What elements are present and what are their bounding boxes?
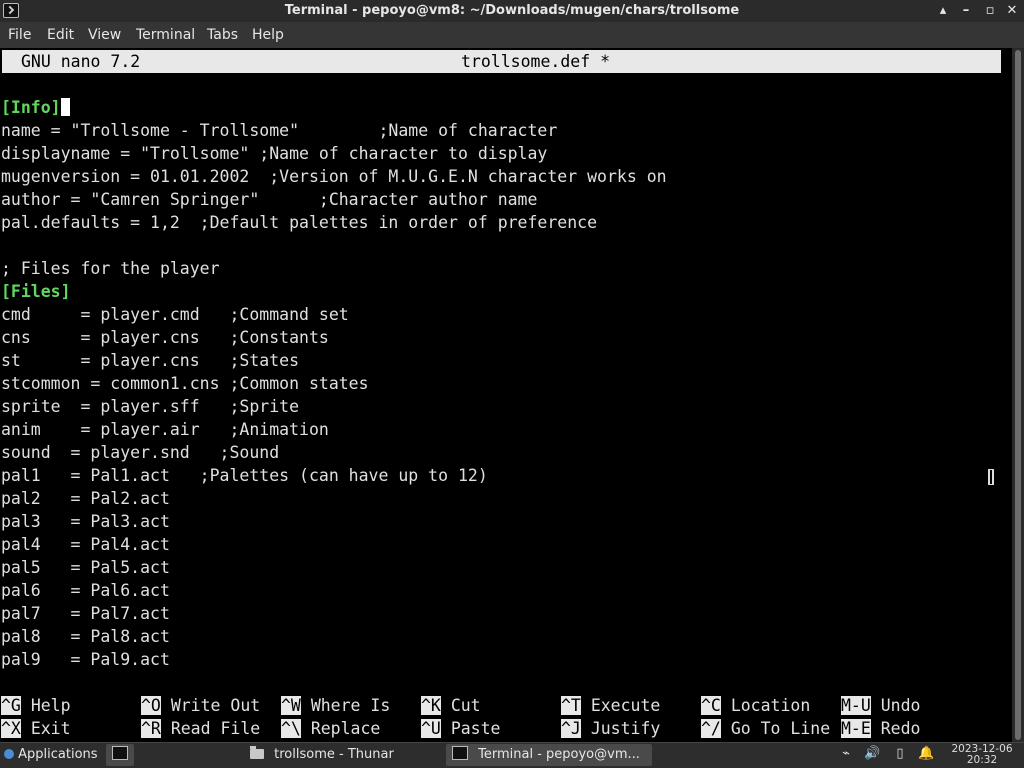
editor-line: pal1 = Pal1.act ;Palettes (can have up t…	[1, 466, 488, 485]
menu-terminal[interactable]: Terminal	[136, 27, 195, 43]
minimize-button[interactable]: ▴	[934, 2, 952, 20]
editor-line: name = "Trollsome - Trollsome" ;Name of …	[1, 121, 558, 140]
shortcut-location[interactable]: ^C Location	[701, 694, 810, 717]
nano-header: GNU nano 7.2 trollsome.def *	[2, 50, 1001, 73]
nano-version: GNU nano 7.2	[21, 52, 141, 71]
editor-line: displayname = "Trollsome" ;Name of chara…	[1, 144, 548, 163]
volume-icon[interactable]: 🔊	[864, 746, 880, 764]
editor-line: pal5 = Pal5.act	[1, 558, 170, 577]
terminal-icon	[112, 746, 128, 760]
shortcut-where-is[interactable]: ^W Where Is	[281, 694, 390, 717]
notification-bell-icon[interactable]: 🔔	[918, 746, 934, 764]
editor-line: sprite = player.sff ;Sprite	[1, 397, 300, 416]
applications-menu[interactable]: Applications	[4, 743, 98, 768]
task-label: trollsome - Thunar	[274, 747, 394, 762]
editor-line: pal8 = Pal8.act	[1, 627, 170, 646]
shortcut-paste[interactable]: ^U Paste	[421, 717, 500, 740]
terminal-launcher[interactable]	[106, 744, 134, 766]
editor-line: ; Files for the player	[1, 259, 220, 278]
taskbar: Applications trollsome - Thunar Terminal…	[0, 742, 1024, 768]
clock[interactable]: 2023-12-06 20:32	[946, 744, 1018, 766]
editor-line: author = "Camren Springer" ;Character au…	[1, 190, 538, 209]
menu-file[interactable]: File	[8, 27, 31, 43]
task-label: Terminal - pepoyo@vm...	[478, 747, 640, 762]
restore-button[interactable]: –	[957, 2, 975, 20]
shortcut-execute[interactable]: ^T Execute	[561, 694, 660, 717]
menu-edit[interactable]: Edit	[47, 27, 74, 43]
editor-buffer[interactable]: [Info] name = "Trollsome - Trollsome" ;N…	[1, 96, 667, 671]
shortcut-help[interactable]: ^G Help	[1, 694, 71, 717]
terminal-scrollbar[interactable]	[1012, 48, 1024, 742]
shortcut-replace[interactable]: ^\ Replace	[281, 717, 380, 740]
editor-line: pal6 = Pal6.act	[1, 581, 170, 600]
shortcut-go-to-line[interactable]: ^/ Go To Line	[701, 717, 830, 740]
close-button[interactable]: ✕	[1003, 2, 1021, 20]
editor-line: sound = player.snd ;Sound	[1, 443, 280, 462]
editor-line: mugenversion = 01.01.2002 ;Version of M.…	[1, 167, 667, 186]
shortcut-cut[interactable]: ^K Cut	[421, 694, 481, 717]
menu-help[interactable]: Help	[252, 27, 284, 43]
menu-bar: File Edit View Terminal Tabs Help	[0, 22, 1024, 48]
editor-line: [Files]	[1, 282, 71, 301]
editor-line: anim = player.air ;Animation	[1, 420, 329, 439]
editor-line: cmd = player.cmd ;Command set	[1, 305, 349, 324]
editor-line: stcommon = common1.cns ;Common states	[1, 374, 369, 393]
editor-line: pal9 = Pal9.act	[1, 650, 170, 669]
network-icon[interactable]: ⌁	[838, 746, 854, 764]
menu-view[interactable]: View	[88, 27, 121, 43]
editor-line: pal.defaults = 1,2 ;Default palettes in …	[1, 213, 598, 232]
editor-line: cns = player.cns ;Constants	[1, 328, 329, 347]
taskbar-task-terminal[interactable]: Terminal - pepoyo@vm...	[446, 744, 652, 766]
terminal-area[interactable]: GNU nano 7.2 trollsome.def * [Info] name…	[0, 48, 1012, 742]
battery-icon[interactable]: ▯	[892, 746, 908, 764]
terminal-icon	[452, 746, 468, 760]
nano-filename: trollsome.def *	[461, 52, 611, 71]
shortcut-write-out[interactable]: ^O Write Out	[141, 694, 260, 717]
editor-line: pal4 = Pal4.act	[1, 535, 170, 554]
applications-label: Applications	[18, 747, 98, 762]
scrollbar-thumb[interactable]	[1015, 50, 1021, 740]
text-cursor	[60, 98, 70, 116]
text-select-mouse-cursor	[988, 469, 994, 485]
shortcut-undo[interactable]: M-U Undo	[841, 694, 921, 717]
menu-tabs[interactable]: Tabs	[207, 27, 238, 43]
editor-line: pal3 = Pal3.act	[1, 512, 170, 531]
window-title: Terminal - pepoyo@vm8: ~/Downloads/mugen…	[284, 3, 740, 18]
clock-time: 20:32	[966, 754, 998, 766]
shortcut-justify[interactable]: ^J Justify	[561, 717, 660, 740]
editor-line: [Info]	[1, 96, 667, 119]
shortcut-redo[interactable]: M-E Redo	[841, 717, 921, 740]
shortcut-exit[interactable]: ^X Exit	[1, 717, 71, 740]
editor-line: st = player.cns ;States	[1, 351, 300, 370]
maximize-button[interactable]: ▫	[981, 2, 999, 20]
taskbar-task-thunar[interactable]: trollsome - Thunar	[242, 744, 446, 766]
folder-icon	[250, 746, 264, 759]
shortcut-read-file[interactable]: ^R Read File	[141, 717, 260, 740]
applications-menu-icon	[4, 749, 14, 759]
window-titlebar[interactable]: Terminal - pepoyo@vm8: ~/Downloads/mugen…	[0, 0, 1024, 22]
editor-line: pal2 = Pal2.act	[1, 489, 170, 508]
editor-line: pal7 = Pal7.act	[1, 604, 170, 623]
